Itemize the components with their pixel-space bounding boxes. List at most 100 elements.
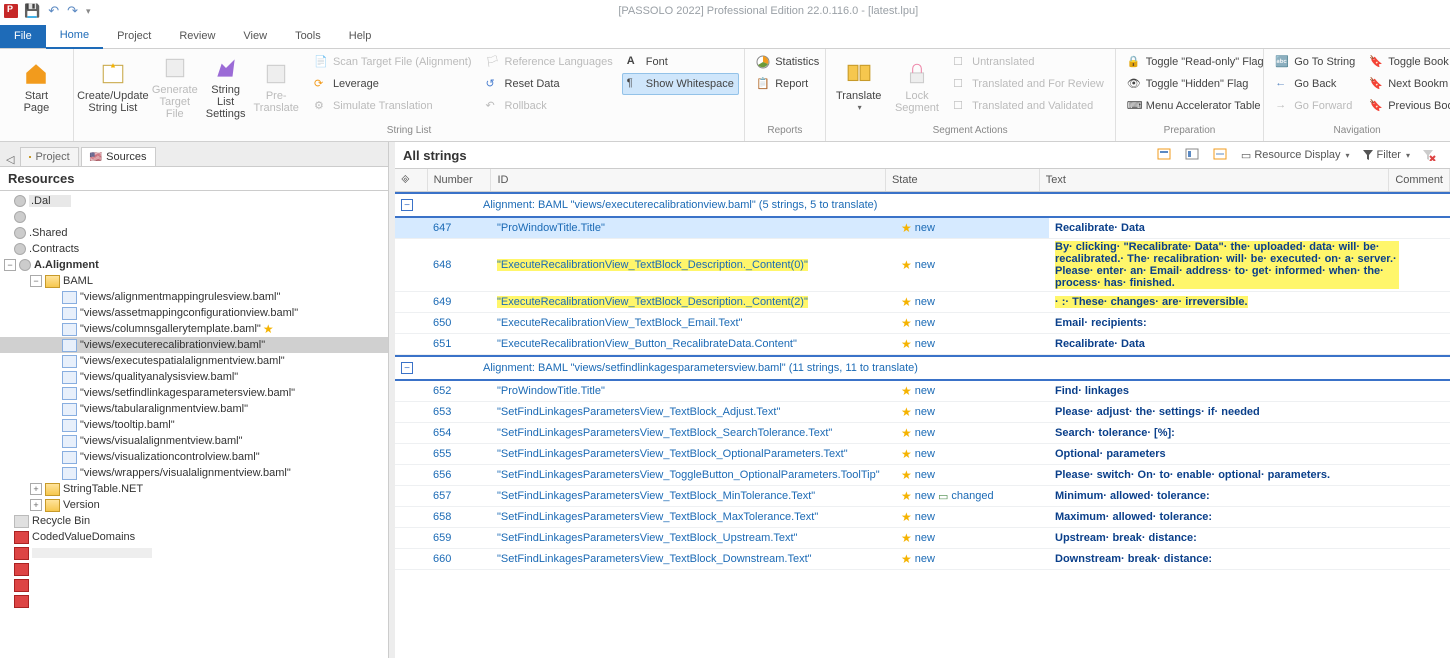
- menu-accel-button[interactable]: ⌨Menu Accelerator Table: [1122, 95, 1269, 117]
- go-forward-button[interactable]: →Go Forward: [1270, 95, 1360, 117]
- statistics-button[interactable]: Statistics: [751, 51, 824, 73]
- filter-button[interactable]: Filter▾: [1356, 147, 1416, 163]
- tree-item[interactable]: .Contracts: [29, 243, 79, 255]
- sources-tab[interactable]: 🇺🇸Sources: [81, 147, 156, 166]
- table-row[interactable]: 648"ExecuteRecalibrationView_TextBlock_D…: [395, 239, 1450, 292]
- project-tab[interactable]: Project: [20, 147, 78, 166]
- collapse-icon[interactable]: −: [4, 259, 16, 271]
- scan-target-button[interactable]: 📄Scan Target File (Alignment): [309, 51, 477, 73]
- tool-icon-1[interactable]: [1151, 146, 1179, 164]
- rollback-button[interactable]: ↶Rollback: [481, 95, 618, 117]
- tab-help[interactable]: Help: [335, 25, 386, 48]
- trans-valid-button[interactable]: ☐Translated and Validated: [948, 95, 1109, 117]
- pre-translate-button[interactable]: Pre-Translate: [251, 51, 300, 123]
- toggle-readonly-button[interactable]: 🔒Toggle "Read-only" Flag: [1122, 51, 1269, 73]
- tree-item[interactable]: Version: [63, 499, 100, 511]
- tree-file[interactable]: "views/setfindlinkagesparametersview.bam…: [0, 385, 388, 401]
- goto-string-button[interactable]: 🔤Go To String: [1270, 51, 1360, 73]
- tree-item[interactable]: BAML: [63, 275, 93, 287]
- tree-file[interactable]: "views/wrappers/visualalignmentview.baml…: [0, 465, 388, 481]
- tool-icon-2[interactable]: [1179, 146, 1207, 164]
- col-state[interactable]: State: [886, 169, 1040, 191]
- toggle-hidden-button[interactable]: 👁Toggle "Hidden" Flag: [1122, 73, 1269, 95]
- back-icon[interactable]: ◁: [6, 153, 14, 166]
- tree-item[interactable]: .Shared: [29, 227, 68, 239]
- tab-tools[interactable]: Tools: [281, 25, 335, 48]
- table-row[interactable]: 647"ProWindowTitle.Title"★newRecalibrate…: [395, 218, 1450, 239]
- save-icon[interactable]: 💾: [24, 3, 40, 19]
- untranslated-button[interactable]: ☐Untranslated: [948, 51, 1109, 73]
- col-number[interactable]: Number: [428, 169, 492, 191]
- tree-file[interactable]: "views/columnsgallerytemplate.baml"★: [0, 321, 388, 337]
- table-row[interactable]: 652"ProWindowTitle.Title"★newFind· linka…: [395, 381, 1450, 402]
- table-row[interactable]: 651"ExecuteRecalibrationView_Button_Reca…: [395, 334, 1450, 355]
- clear-filter-button[interactable]: [1416, 147, 1442, 163]
- group-header[interactable]: −Alignment: BAML "views/setfindlinkagesp…: [395, 355, 1450, 381]
- table-row[interactable]: 649"ExecuteRecalibrationView_TextBlock_D…: [395, 292, 1450, 313]
- expand-icon[interactable]: +: [30, 483, 42, 495]
- tree-file[interactable]: "views/executespatialalignmentview.baml": [0, 353, 388, 369]
- tree-item[interactable]: A.Alignment: [34, 259, 99, 271]
- tab-file[interactable]: File: [0, 25, 46, 48]
- string-list-settings-button[interactable]: String List Settings: [204, 51, 248, 123]
- tree-item[interactable]: StringTable.NET: [63, 483, 143, 495]
- toggle-bookmark-button[interactable]: 🔖Toggle Book: [1364, 51, 1450, 73]
- tab-review[interactable]: Review: [165, 25, 229, 48]
- tree-item[interactable]: .Dal: [29, 195, 71, 207]
- show-whitespace-button[interactable]: ¶Show Whitespace: [622, 73, 739, 95]
- trans-review-button[interactable]: ☐Translated and For Review: [948, 73, 1109, 95]
- collapse-icon[interactable]: −: [401, 199, 413, 211]
- col-comment[interactable]: Comment: [1389, 169, 1450, 191]
- generate-target-button[interactable]: Generate Target File: [150, 51, 200, 123]
- expand-icon[interactable]: +: [30, 499, 42, 511]
- tool-icon-3[interactable]: [1207, 146, 1235, 164]
- resource-tree[interactable]: .Dal .Shared .Contracts − A.Alignment − BA…: [0, 191, 388, 658]
- prev-bookmark-button[interactable]: 🔖Previous Boo: [1364, 95, 1450, 117]
- tree-file[interactable]: "views/tooltip.baml": [0, 417, 388, 433]
- tab-project[interactable]: Project: [103, 25, 165, 48]
- create-update-button[interactable]: Create/Update String List: [80, 51, 146, 123]
- tree-file[interactable]: "views/tabularalignmentview.baml": [0, 401, 388, 417]
- report-button[interactable]: 📋Report: [751, 73, 824, 95]
- font-button[interactable]: AFont: [622, 51, 739, 73]
- simulate-button[interactable]: ⚙Simulate Translation: [309, 95, 477, 117]
- tree-file[interactable]: "views/executerecalibrationview.baml": [0, 337, 388, 353]
- tree-file[interactable]: "views/visualalignmentview.baml": [0, 433, 388, 449]
- table-row[interactable]: 660"SetFindLinkagesParametersView_TextBl…: [395, 549, 1450, 570]
- table-row[interactable]: 659"SetFindLinkagesParametersView_TextBl…: [395, 528, 1450, 549]
- table-row[interactable]: 657"SetFindLinkagesParametersView_TextBl…: [395, 486, 1450, 507]
- table-row[interactable]: 656"SetFindLinkagesParametersView_Toggle…: [395, 465, 1450, 486]
- col-id[interactable]: ID: [491, 169, 886, 191]
- collapse-icon[interactable]: −: [30, 275, 42, 287]
- translate-button[interactable]: Translate▾: [832, 51, 886, 123]
- table-row[interactable]: 655"SetFindLinkagesParametersView_TextBl…: [395, 444, 1450, 465]
- next-bookmark-button[interactable]: 🔖Next Bookm: [1364, 73, 1450, 95]
- tree-file[interactable]: "views/assetmappingconfigurationview.bam…: [0, 305, 388, 321]
- tree-item[interactable]: [32, 548, 152, 558]
- reference-lang-button[interactable]: 🏳Reference Languages: [481, 51, 618, 73]
- collapse-icon[interactable]: −: [401, 362, 413, 374]
- group-header[interactable]: −Alignment: BAML "views/executerecalibra…: [395, 192, 1450, 218]
- tree-file[interactable]: "views/alignmentmappingrulesview.baml": [0, 289, 388, 305]
- strings-grid[interactable]: 🞜 Number ID State Text Comment −Alignmen…: [395, 169, 1450, 658]
- col-text[interactable]: Text: [1040, 169, 1390, 191]
- table-row[interactable]: 658"SetFindLinkagesParametersView_TextBl…: [395, 507, 1450, 528]
- start-page-button[interactable]: Start Page: [6, 51, 67, 123]
- lock-segment-button[interactable]: Lock Segment: [890, 51, 944, 123]
- go-back-button[interactable]: ←Go Back: [1270, 73, 1360, 95]
- tree-file[interactable]: "views/qualityanalysisview.baml": [0, 369, 388, 385]
- col-flag[interactable]: 🞜: [395, 169, 428, 191]
- table-row[interactable]: 650"ExecuteRecalibrationView_TextBlock_E…: [395, 313, 1450, 334]
- tree-file[interactable]: "views/visualizationcontrolview.baml": [0, 449, 388, 465]
- redo-icon[interactable]: ↷: [67, 3, 78, 19]
- undo-icon[interactable]: ↶: [48, 3, 59, 19]
- reset-data-button[interactable]: ↺Reset Data: [481, 73, 618, 95]
- table-row[interactable]: 654"SetFindLinkagesParametersView_TextBl…: [395, 423, 1450, 444]
- tree-item[interactable]: CodedValueDomains: [32, 531, 135, 543]
- tab-view[interactable]: View: [229, 25, 281, 48]
- table-row[interactable]: 653"SetFindLinkagesParametersView_TextBl…: [395, 402, 1450, 423]
- tab-home[interactable]: Home: [46, 24, 103, 49]
- tree-item[interactable]: Recycle Bin: [32, 515, 90, 527]
- leverage-button[interactable]: ⟳Leverage: [309, 73, 477, 95]
- resource-display-button[interactable]: ▭Resource Display▾: [1235, 147, 1356, 164]
